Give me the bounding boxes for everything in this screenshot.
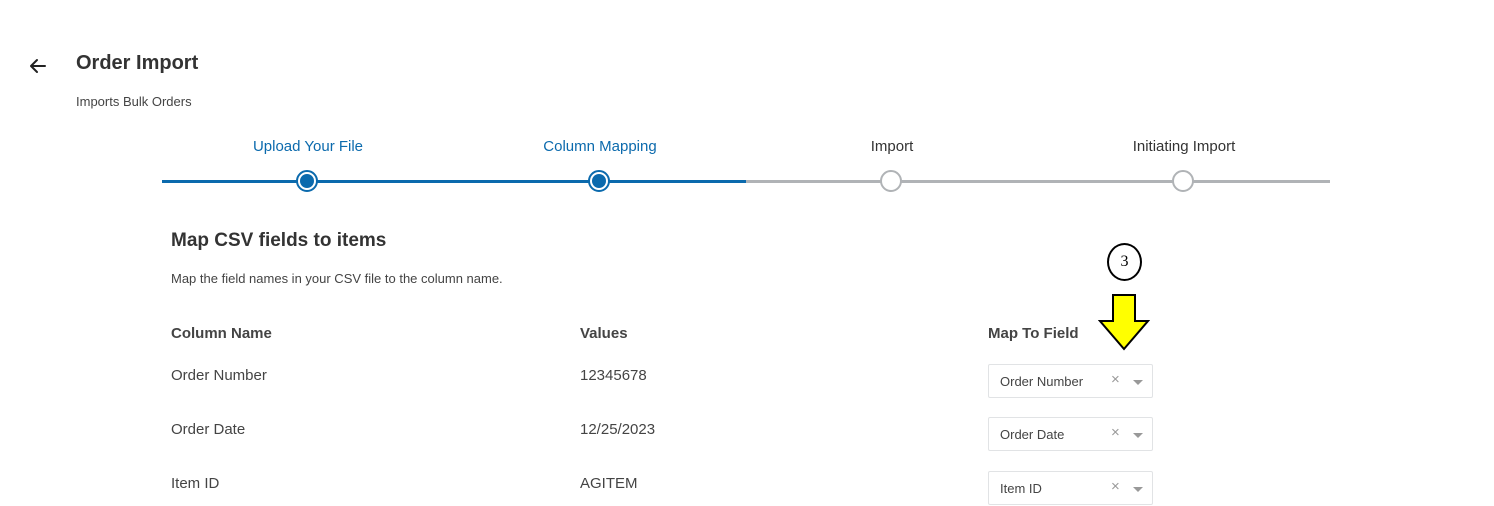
annotation-step-number: 3	[1107, 243, 1142, 281]
row-column-name: Order Date	[171, 421, 246, 438]
caret-down-icon[interactable]	[1133, 433, 1143, 438]
step-indicator-complete[interactable]	[296, 170, 318, 192]
step-import[interactable]: Import	[792, 138, 992, 192]
step-indicator-pending[interactable]	[1172, 170, 1194, 192]
stepper-track-remaining	[746, 180, 1330, 183]
order-import-page: Order Import Imports Bulk Orders Upload …	[0, 0, 1494, 506]
back-button[interactable]	[26, 54, 50, 78]
import-stepper: Upload Your File Column Mapping Import I…	[162, 138, 1330, 198]
row-column-name: Item ID	[171, 475, 220, 492]
map-to-field-select[interactable]: Item ID ×	[988, 471, 1153, 505]
row-value: 12/25/2023	[580, 421, 656, 438]
row-value: AGITEM	[580, 475, 638, 492]
caret-down-icon[interactable]	[1133, 487, 1143, 492]
select-value: Item ID	[1000, 481, 1042, 496]
arrow-left-icon	[30, 59, 46, 73]
page-title: Order Import	[76, 52, 199, 74]
step-upload-your-file[interactable]: Upload Your File	[208, 138, 408, 192]
step-label[interactable]: Upload Your File	[208, 138, 408, 160]
map-to-field-select[interactable]: Order Date ×	[988, 417, 1153, 451]
step-initiating-import[interactable]: Initiating Import	[1084, 138, 1284, 192]
close-icon[interactable]: ×	[1111, 478, 1120, 495]
column-header-column-name: Column Name	[171, 325, 272, 342]
close-icon[interactable]: ×	[1111, 371, 1120, 388]
step-label[interactable]: Column Mapping	[500, 138, 700, 160]
stepper-track-completed	[162, 180, 746, 183]
annotation-arrow-down-icon	[1098, 294, 1150, 351]
map-to-field-select[interactable]: Order Number ×	[988, 364, 1153, 398]
caret-down-icon[interactable]	[1133, 380, 1143, 385]
select-value: Order Number	[1000, 374, 1084, 389]
row-column-name: Order Number	[171, 367, 267, 384]
mapping-section-description: Map the field names in your CSV file to …	[171, 271, 503, 286]
row-value: 12345678	[580, 367, 647, 384]
step-indicator-pending[interactable]	[880, 170, 902, 192]
page-subtitle: Imports Bulk Orders	[76, 94, 192, 109]
mapping-section-title: Map CSV fields to items	[171, 230, 387, 251]
step-label[interactable]: Import	[792, 138, 992, 160]
step-label[interactable]: Initiating Import	[1084, 138, 1284, 160]
column-header-map-to-field: Map To Field	[988, 325, 1079, 342]
step-column-mapping[interactable]: Column Mapping	[500, 138, 700, 192]
close-icon[interactable]: ×	[1111, 424, 1120, 441]
select-value: Order Date	[1000, 427, 1065, 442]
step-indicator-current[interactable]	[588, 170, 610, 192]
column-header-values: Values	[580, 325, 628, 342]
